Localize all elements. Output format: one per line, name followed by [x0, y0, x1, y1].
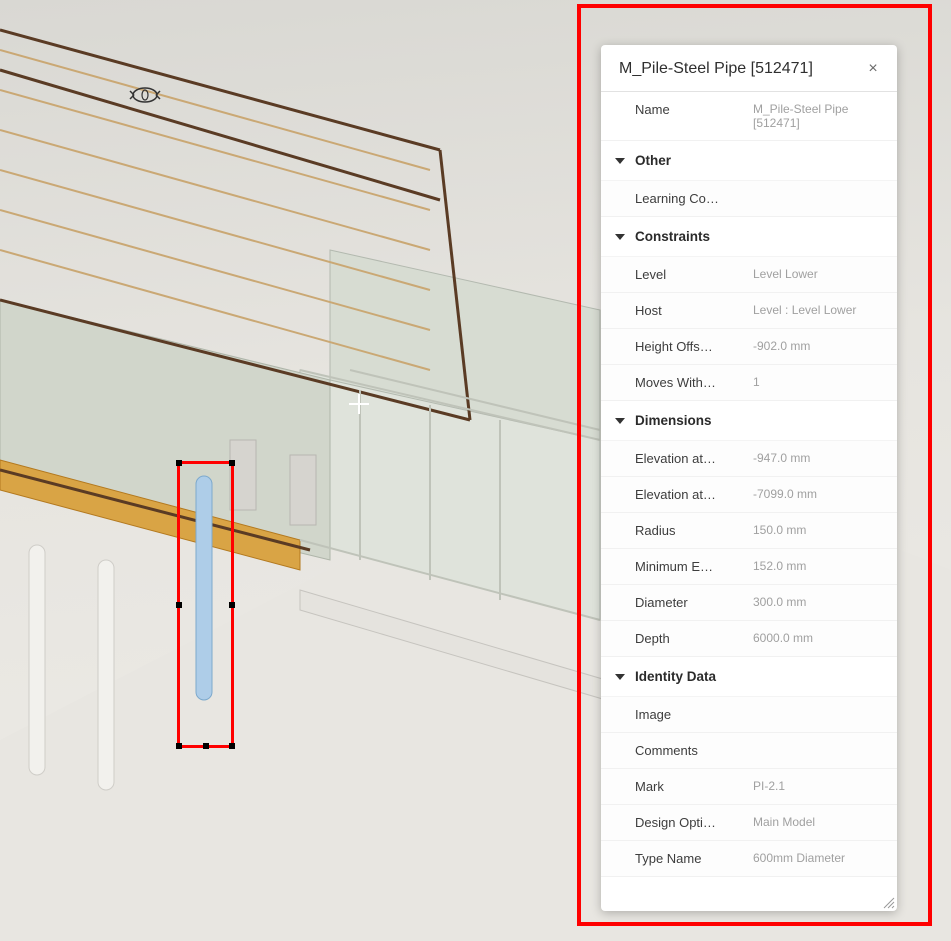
property-row[interactable]: Minimum E… 152.0 mm — [601, 549, 897, 585]
property-label: Comments — [635, 743, 745, 758]
property-label: Mark — [635, 779, 745, 794]
property-value: Level Lower — [745, 267, 883, 281]
group-header-other[interactable]: Other — [601, 141, 897, 181]
property-value: -902.0 mm — [745, 339, 883, 353]
property-label: Design Opti… — [635, 815, 745, 830]
group-title: Constraints — [635, 229, 710, 244]
panel-header: M_Pile-Steel Pipe [512471] × — [601, 45, 897, 92]
property-row[interactable]: Moves With… 1 — [601, 365, 897, 401]
property-row[interactable]: Comments — [601, 733, 897, 769]
panel-body[interactable]: Name M_Pile-Steel Pipe [512471] Other Le… — [601, 92, 897, 911]
group-body-dimensions: Elevation at… -947.0 mm Elevation at… -7… — [601, 441, 897, 657]
group-header-constraints[interactable]: Constraints — [601, 217, 897, 257]
property-value: Main Model — [745, 815, 883, 829]
property-value: 1 — [745, 375, 883, 389]
property-row-name[interactable]: Name M_Pile-Steel Pipe [512471] — [601, 92, 897, 141]
resize-icon — [883, 897, 895, 909]
property-row[interactable]: Depth 6000.0 mm — [601, 621, 897, 657]
property-label: Image — [635, 707, 745, 722]
property-label: Height Offs… — [635, 339, 745, 354]
property-label: Level — [635, 267, 745, 282]
panel-title: M_Pile-Steel Pipe [512471] — [619, 60, 813, 78]
property-label: Diameter — [635, 595, 745, 610]
property-row[interactable]: Diameter 300.0 mm — [601, 585, 897, 621]
close-button[interactable]: × — [863, 59, 883, 79]
property-label: Radius — [635, 523, 745, 538]
property-value: Level : Level Lower — [745, 303, 883, 317]
property-value: 300.0 mm — [745, 595, 883, 609]
property-label: Depth — [635, 631, 745, 646]
property-label: Elevation at… — [635, 487, 745, 502]
property-value: 152.0 mm — [745, 559, 883, 573]
property-label: Host — [635, 303, 745, 318]
property-label: Learning Co… — [635, 191, 745, 206]
property-row[interactable]: Level Level Lower — [601, 257, 897, 293]
property-label: Moves With… — [635, 375, 745, 390]
property-value: M_Pile-Steel Pipe [512471] — [745, 102, 883, 130]
group-body-constraints: Level Level Lower Host Level : Level Low… — [601, 257, 897, 401]
property-value: 6000.0 mm — [745, 631, 883, 645]
property-row[interactable]: Image — [601, 697, 897, 733]
property-label: Minimum E… — [635, 559, 745, 574]
property-value: PI-2.1 — [745, 779, 883, 793]
group-body-identity-data: Image Comments Mark PI-2.1 Design Opti… … — [601, 697, 897, 877]
property-row[interactable]: Learning Co… — [601, 181, 897, 217]
group-header-dimensions[interactable]: Dimensions — [601, 401, 897, 441]
group-title: Dimensions — [635, 413, 712, 428]
chevron-down-icon — [615, 158, 625, 164]
property-row[interactable]: Radius 150.0 mm — [601, 513, 897, 549]
chevron-down-icon — [615, 234, 625, 240]
property-row[interactable]: Elevation at… -7099.0 mm — [601, 477, 897, 513]
property-row[interactable]: Mark PI-2.1 — [601, 769, 897, 805]
chevron-down-icon — [615, 674, 625, 680]
property-row[interactable]: Height Offs… -902.0 mm — [601, 329, 897, 365]
property-row[interactable]: Design Opti… Main Model — [601, 805, 897, 841]
property-value: -7099.0 mm — [745, 487, 883, 501]
group-title: Other — [635, 153, 671, 168]
property-label: Elevation at… — [635, 451, 745, 466]
group-header-identity-data[interactable]: Identity Data — [601, 657, 897, 697]
property-row[interactable]: Type Name 600mm Diameter — [601, 841, 897, 877]
panel-resize-handle[interactable] — [883, 897, 895, 909]
group-title: Identity Data — [635, 669, 716, 684]
property-row[interactable]: Host Level : Level Lower — [601, 293, 897, 329]
property-label: Type Name — [635, 851, 745, 866]
group-body-other: Learning Co… — [601, 181, 897, 217]
property-value: 600mm Diameter — [745, 851, 883, 865]
properties-panel[interactable]: M_Pile-Steel Pipe [512471] × Name M_Pile… — [601, 45, 897, 911]
close-icon: × — [868, 61, 877, 77]
property-row[interactable]: Elevation at… -947.0 mm — [601, 441, 897, 477]
property-value: 150.0 mm — [745, 523, 883, 537]
chevron-down-icon — [615, 418, 625, 424]
property-value: -947.0 mm — [745, 451, 883, 465]
property-label: Name — [635, 102, 745, 117]
selected-pile[interactable] — [196, 476, 212, 700]
